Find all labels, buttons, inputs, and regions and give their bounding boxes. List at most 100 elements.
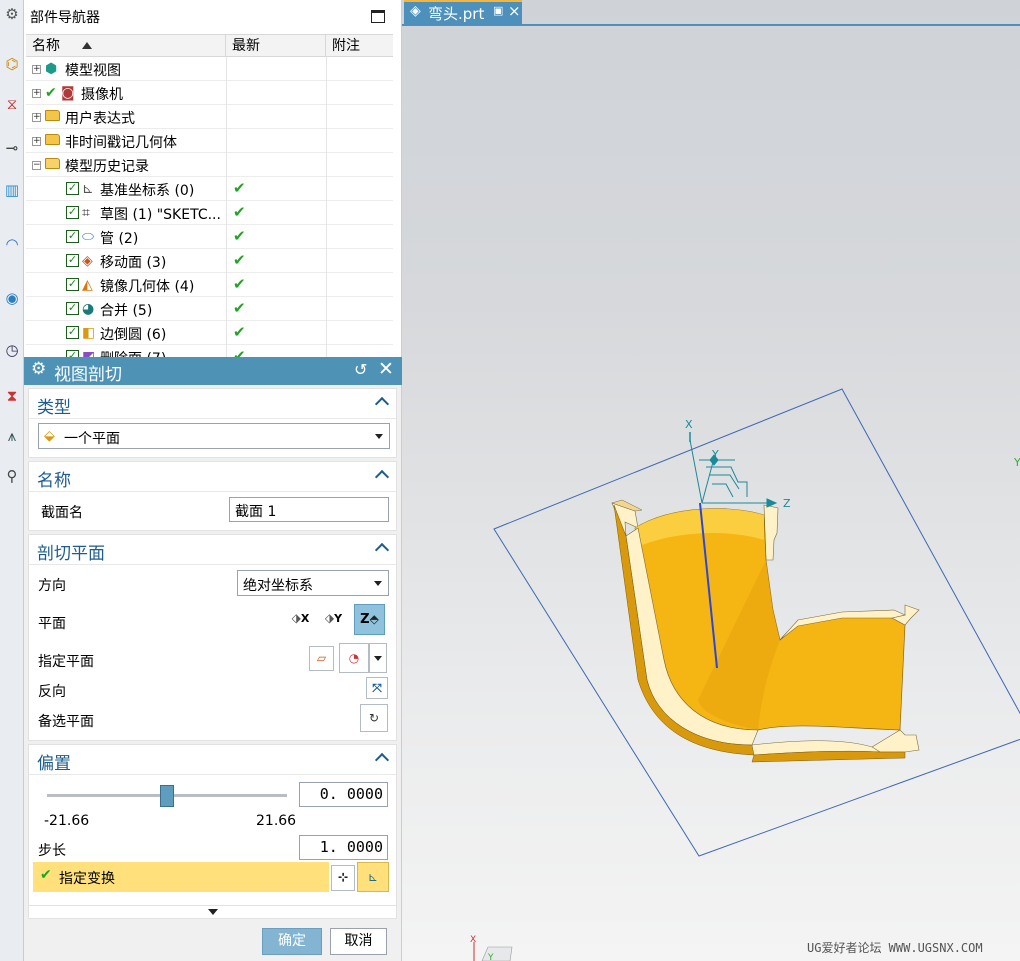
column-notes[interactable]: 附注 <box>326 35 393 57</box>
step-label: 步长 <box>38 843 66 859</box>
expand-icon[interactable]: + <box>32 137 41 146</box>
suppress-checkbox[interactable]: ✓ <box>66 254 79 267</box>
tree-node-unused-geometry[interactable]: + 非时间戳记几何体 <box>26 129 393 153</box>
tree-node-label: 用户表达式 <box>65 111 135 127</box>
csys-triad-icon[interactable]: ⊾ <box>357 862 389 892</box>
suppress-checkbox[interactable]: ✓ <box>66 182 79 195</box>
reset-icon[interactable]: ↺ <box>354 360 367 379</box>
dialog-title-bar[interactable]: ⚙ 视图剖切 ↺ ✕ <box>24 357 402 385</box>
collapse-caret-icon[interactable] <box>374 396 390 412</box>
group-type-header[interactable]: 类型 <box>29 389 396 419</box>
collapse-icon[interactable]: − <box>32 161 41 170</box>
maximize-icon[interactable] <box>371 10 385 23</box>
edge-blend-icon: ◧ <box>82 325 96 341</box>
ok-button[interactable]: 确定 <box>262 928 322 955</box>
close-icon[interactable]: ✕ <box>378 358 394 380</box>
group-name-header[interactable]: 名称 <box>29 462 396 492</box>
reverse-direction-label: 反向 <box>38 684 66 700</box>
plane-dialog-button[interactable]: ▱ <box>309 646 334 671</box>
group-offset-header[interactable]: 偏置 <box>29 745 396 775</box>
alternate-plane-icon[interactable]: ↻ <box>360 704 388 732</box>
csys-manipulator[interactable] <box>689 432 778 508</box>
cancel-button[interactable]: 取消 <box>330 928 387 955</box>
feature-row[interactable]: ✓ ◈ 移动面 (3) ✔ <box>26 249 393 273</box>
suppress-checkbox[interactable]: ✓ <box>66 206 79 219</box>
plane-z-button[interactable]: Z⬘ <box>354 604 385 635</box>
feature-row[interactable]: ✓ ◕ 合并 (5) ✔ <box>26 297 393 321</box>
settings-icon[interactable]: ⚙ <box>0 2 24 26</box>
specify-plane-label: 指定平面 <box>38 654 94 670</box>
csys-dialog-button[interactable]: ⊹ <box>331 865 355 891</box>
inferred-plane-button[interactable]: ◔ <box>339 643 369 673</box>
type-select[interactable]: ⬙ 一个平面 <box>38 423 390 449</box>
assembly-navigator-icon[interactable]: ⧖ <box>0 92 24 116</box>
suppress-checkbox[interactable]: ✓ <box>66 326 79 339</box>
collapse-caret-icon[interactable] <box>374 752 390 768</box>
feature-row[interactable]: ✓ ◩ 删除面 (7) ✔ <box>26 345 393 357</box>
expand-more-icon[interactable] <box>208 909 218 915</box>
constraint-navigator-icon[interactable]: ⊸ <box>0 136 24 160</box>
offset-value-input[interactable]: 0. 0000 <box>299 782 388 807</box>
process-studio-icon[interactable]: ⧗ <box>0 384 24 408</box>
offset-slider-thumb[interactable] <box>160 785 174 807</box>
latest-check-icon: ✔ <box>233 299 246 317</box>
latest-check-icon: ✔ <box>233 179 246 197</box>
system-scenes-icon[interactable]: ⚲ <box>0 464 24 488</box>
reuse-library-icon[interactable]: ▥ <box>0 178 24 202</box>
reverse-direction-icon[interactable]: ⤧ <box>366 677 388 699</box>
tube-icon: ⬭ <box>82 229 94 245</box>
column-latest[interactable]: 最新 <box>226 35 326 57</box>
watermark: UG爱好者论坛 WWW.UGSNX.COM <box>807 941 983 955</box>
feature-label: 合并 (5) <box>100 303 153 319</box>
feature-row[interactable]: ✓ ◭ 镜像几何体 (4) ✔ <box>26 273 393 297</box>
group-section-plane-header[interactable]: 剖切平面 <box>29 535 396 565</box>
collapse-caret-icon[interactable] <box>374 542 390 558</box>
orientation-label: 方向 <box>38 578 66 594</box>
hd3d-tools-icon[interactable]: ◠ <box>0 232 24 256</box>
step-value-input[interactable]: 1. 0000 <box>299 835 388 860</box>
collapse-caret-icon[interactable] <box>374 469 390 485</box>
move-face-icon: ◈ <box>82 253 93 269</box>
suppress-checkbox[interactable]: ✓ <box>66 350 79 357</box>
expand-icon[interactable]: + <box>32 89 41 98</box>
roles-icon[interactable]: ⩚ <box>0 424 24 448</box>
suppress-checkbox[interactable]: ✓ <box>66 278 79 291</box>
tree-node-user-expressions[interactable]: + 用户表达式 <box>26 105 393 129</box>
group-section-plane: 剖切平面 方向 绝对坐标系 平面 ⬗X ⬗Y Z⬘ 指定平面 ▱ ◔ 反向 ⤧ … <box>28 534 397 741</box>
plane-options-dropdown[interactable] <box>369 643 387 673</box>
section-name-input[interactable]: 截面 1 <box>229 497 389 522</box>
history-icon[interactable]: ◷ <box>0 338 24 362</box>
feature-label: 边倒圆 (6) <box>100 327 167 343</box>
axis-z-label: Z <box>783 497 791 510</box>
check-icon: ✔ <box>40 867 52 883</box>
specify-transform-row[interactable]: ✔ 指定变换 <box>33 862 329 892</box>
triad-y-label: Y <box>487 953 494 961</box>
feature-row[interactable]: ✓ ⬭ 管 (2) ✔ <box>26 225 393 249</box>
expand-icon[interactable]: + <box>32 65 41 74</box>
model-viewport[interactable]: X Y Z Y X Y <box>402 0 1020 961</box>
suppress-checkbox[interactable]: ✓ <box>66 302 79 315</box>
sort-ascending-icon <box>82 42 92 49</box>
more-options-bar[interactable] <box>28 905 397 919</box>
feature-label: 移动面 (3) <box>100 255 167 271</box>
tree-node-label: 模型视图 <box>65 63 121 79</box>
tree-node-model-history[interactable]: − 模型历史记录 <box>26 153 393 177</box>
plane-y-button[interactable]: ⬗Y <box>321 607 346 632</box>
part-navigator-icon[interactable]: ⌬ <box>0 52 24 76</box>
web-browser-icon[interactable]: ◉ <box>0 286 24 310</box>
tree-node-cameras[interactable]: + ✔ ◙ 摄像机 <box>26 81 393 105</box>
tree-node-model-views[interactable]: + ⬢ 模型视图 <box>26 57 393 81</box>
column-name[interactable]: 名称 <box>26 35 226 57</box>
feature-row[interactable]: ✓ ⌗ 草图 (1) "SKETC... ✔ <box>26 201 393 225</box>
orientation-select[interactable]: 绝对坐标系 <box>237 570 389 596</box>
suppress-checkbox[interactable]: ✓ <box>66 230 79 243</box>
plane-x-button[interactable]: ⬗X <box>288 607 313 632</box>
gear-icon[interactable]: ⚙ <box>31 359 46 379</box>
feature-row[interactable]: ✓ ◧ 边倒圆 (6) ✔ <box>26 321 393 345</box>
latest-check-icon: ✔ <box>233 347 246 357</box>
expand-icon[interactable]: + <box>32 113 41 122</box>
feature-row[interactable]: ✓ ⊾ 基准坐标系 (0) ✔ <box>26 177 393 201</box>
graphics-window[interactable]: ◈ 弯头.prt ▣ × X Y Z Y X Y UG爱好者论坛 WWW.UGS… <box>402 0 1020 961</box>
check-icon: ✔ <box>45 85 57 101</box>
model-views-icon: ⬢ <box>45 61 58 77</box>
